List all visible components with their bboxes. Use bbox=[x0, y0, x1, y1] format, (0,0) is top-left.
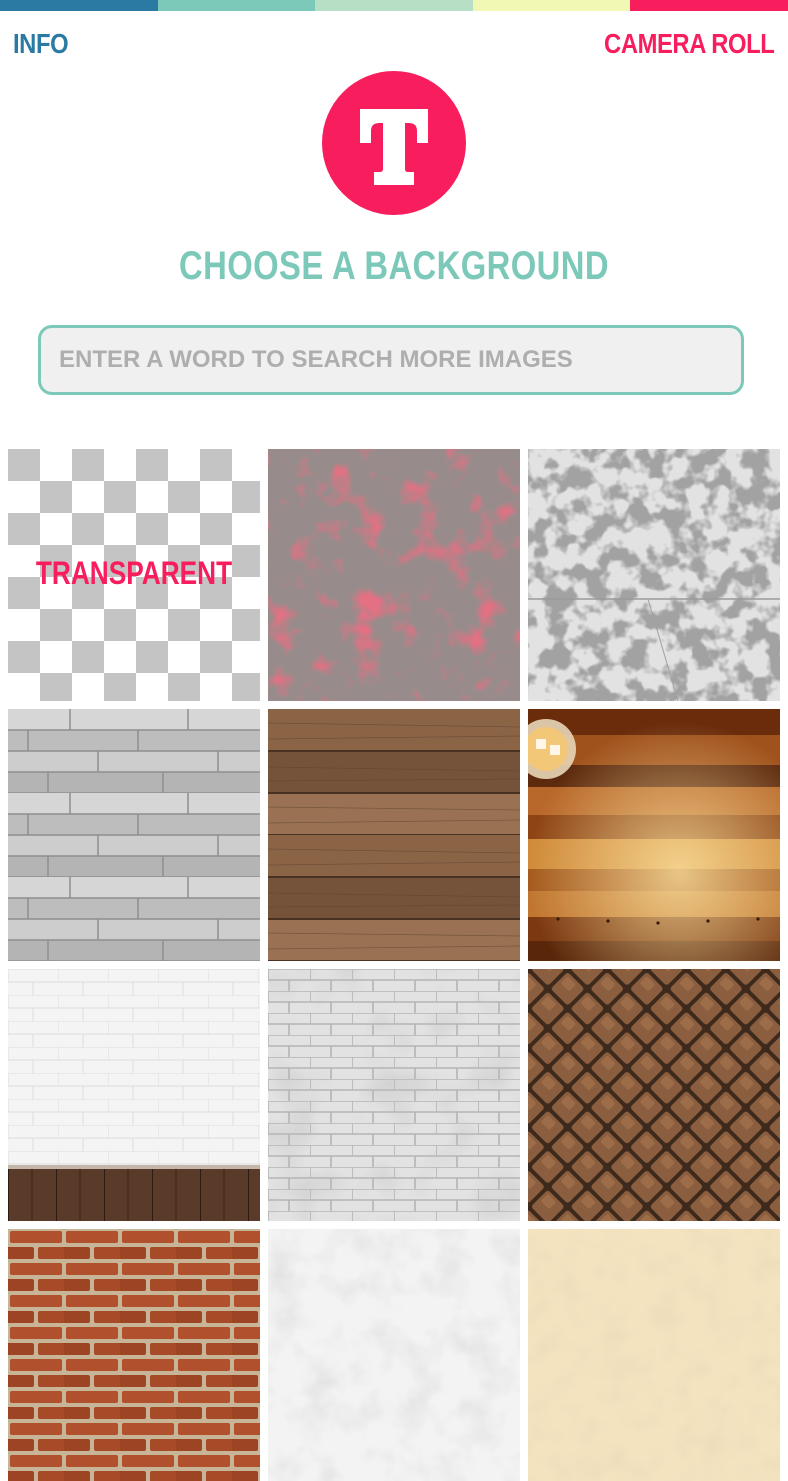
background-tile-brown-cobblestone[interactable] bbox=[528, 969, 780, 1221]
color-stripe-bar bbox=[0, 0, 788, 11]
background-tile-white-crumpled-paper[interactable] bbox=[268, 1229, 520, 1481]
search-box bbox=[38, 325, 744, 395]
background-tile-brown-wood-planks[interactable] bbox=[268, 709, 520, 961]
background-tile-white-brick-wall-wood-floor[interactable] bbox=[8, 969, 260, 1221]
background-tile-cream-paper[interactable] bbox=[528, 1229, 780, 1481]
transparent-label: TRANSPARENT bbox=[35, 555, 233, 591]
background-tile-white-brick-wall[interactable] bbox=[268, 969, 520, 1221]
background-tile-striped-wood-table[interactable] bbox=[528, 709, 780, 961]
background-tile-red-brick-wall[interactable] bbox=[8, 1229, 260, 1481]
stripe-3 bbox=[315, 0, 473, 11]
stripe-1 bbox=[0, 0, 158, 11]
background-tile-white-peeling-paint[interactable] bbox=[528, 449, 780, 701]
background-tile-red-peeling-paint[interactable] bbox=[268, 449, 520, 701]
search-input[interactable] bbox=[41, 328, 741, 392]
page-title: CHOOSE A BACKGROUND bbox=[179, 244, 609, 288]
text-t-logo-icon bbox=[322, 71, 466, 215]
info-button[interactable]: INFO bbox=[13, 28, 69, 60]
stripe-2 bbox=[157, 0, 316, 11]
stripe-4 bbox=[472, 0, 631, 11]
stripe-5 bbox=[630, 0, 788, 11]
background-tile-transparent[interactable]: TRANSPARENT bbox=[8, 449, 260, 701]
camera-roll-button[interactable]: CAMERA ROLL bbox=[604, 28, 775, 60]
background-tile-gray-wood-planks[interactable] bbox=[8, 709, 260, 961]
